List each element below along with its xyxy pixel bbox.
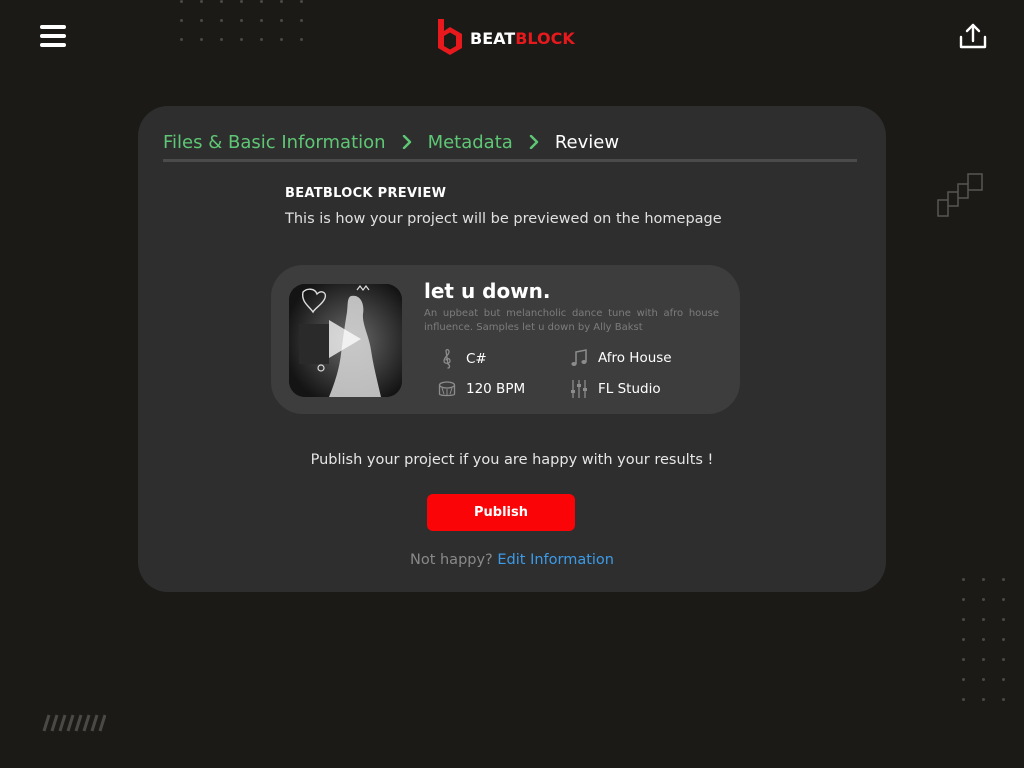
decor-dot [1002,578,1005,581]
decor-dot [962,678,965,681]
play-icon[interactable] [327,318,363,360]
breadcrumb-metadata[interactable]: Metadata [428,132,513,153]
decor-dot [982,698,985,701]
decor-dot [280,19,283,22]
decor-dot [1002,658,1005,661]
publish-button[interactable]: Publish [427,494,575,531]
hamburger-menu-icon[interactable] [40,25,66,49]
decor-dot [280,0,283,3]
decor-dot [982,618,985,621]
track-cover-art[interactable] [289,284,402,397]
decor-dot [220,19,223,22]
decor-dot [962,638,965,641]
track-title: let u down. [424,279,551,303]
decor-dot [200,0,203,3]
upload-icon[interactable] [958,22,988,50]
stairs-decoration [937,173,983,217]
decor-dot [200,19,203,22]
music-note-icon [571,349,587,366]
decor-dot [1002,678,1005,681]
decor-dot [260,0,263,3]
preview-section-title: BEATBLOCK PREVIEW [285,186,447,201]
edit-information-link[interactable]: Edit Information [497,552,614,568]
decor-dot [962,598,965,601]
decor-dot [220,38,223,41]
decor-dot [962,698,965,701]
track-key-value: C# [466,351,487,367]
decor-dot [1002,598,1005,601]
dot-grid-top [180,0,310,44]
preview-section-subtitle: This is how your project will be preview… [285,211,722,227]
publish-note: Publish your project if you are happy wi… [310,452,714,468]
decor-dot [300,19,303,22]
decor-dot [220,0,223,3]
track-daw-value: FL Studio [598,381,661,397]
edit-prompt-text: Not happy? [409,552,493,568]
decor-dot [300,38,303,41]
edit-prompt: Not happy? Edit Information [138,552,886,568]
decor-dot [180,38,183,41]
beatblock-logo[interactable]: BEAT BLOCK [436,16,575,60]
decor-dot [982,638,985,641]
review-card: Files & Basic Information Metadata Revie… [138,106,886,592]
decor-dot [1002,698,1005,701]
decor-dot [260,19,263,22]
breadcrumb: Files & Basic Information Metadata Revie… [163,130,619,154]
logo-word-block: BLOCK [515,28,575,48]
decor-dot [982,598,985,601]
treble-clef-icon [443,349,451,369]
slash-stripes-decoration [42,714,106,732]
track-bpm-value: 120 BPM [466,381,526,397]
track-genre: Afro House [570,348,672,368]
chevron-right-icon [402,135,411,149]
decor-dot [180,19,183,22]
decor-dot [1002,638,1005,641]
decor-dot [982,578,985,581]
decor-dot [240,19,243,22]
breadcrumb-review[interactable]: Review [555,132,619,153]
decor-dot [962,618,965,621]
decor-dot [982,678,985,681]
decor-dot [1002,618,1005,621]
track-description: An upbeat but melancholic dance tune wit… [424,308,719,333]
decor-dot [240,38,243,41]
decor-dot [260,38,263,41]
mixer-sliders-icon [571,380,587,398]
decor-dot [280,38,283,41]
track-key: C# [438,349,487,369]
chevron-right-icon [529,135,539,149]
decor-dot [300,0,303,3]
dot-grid-right [962,578,1024,704]
decor-dot [180,0,183,3]
decor-dot [200,38,203,41]
beatblock-logo-mark [438,19,462,55]
track-genre-value: Afro House [598,350,672,366]
decor-dot [982,658,985,661]
track-preview-card[interactable]: let u down. An upbeat but melancholic da… [271,265,740,414]
decor-dot [962,578,965,581]
logo-word-beat: BEAT [470,28,516,48]
track-daw: FL Studio [570,379,661,399]
decor-dot [962,658,965,661]
drum-icon [438,381,456,397]
track-bpm: 120 BPM [438,379,525,399]
breadcrumb-divider [163,159,857,162]
breadcrumb-files-basic-info[interactable]: Files & Basic Information [163,132,386,153]
decor-dot [240,0,243,3]
